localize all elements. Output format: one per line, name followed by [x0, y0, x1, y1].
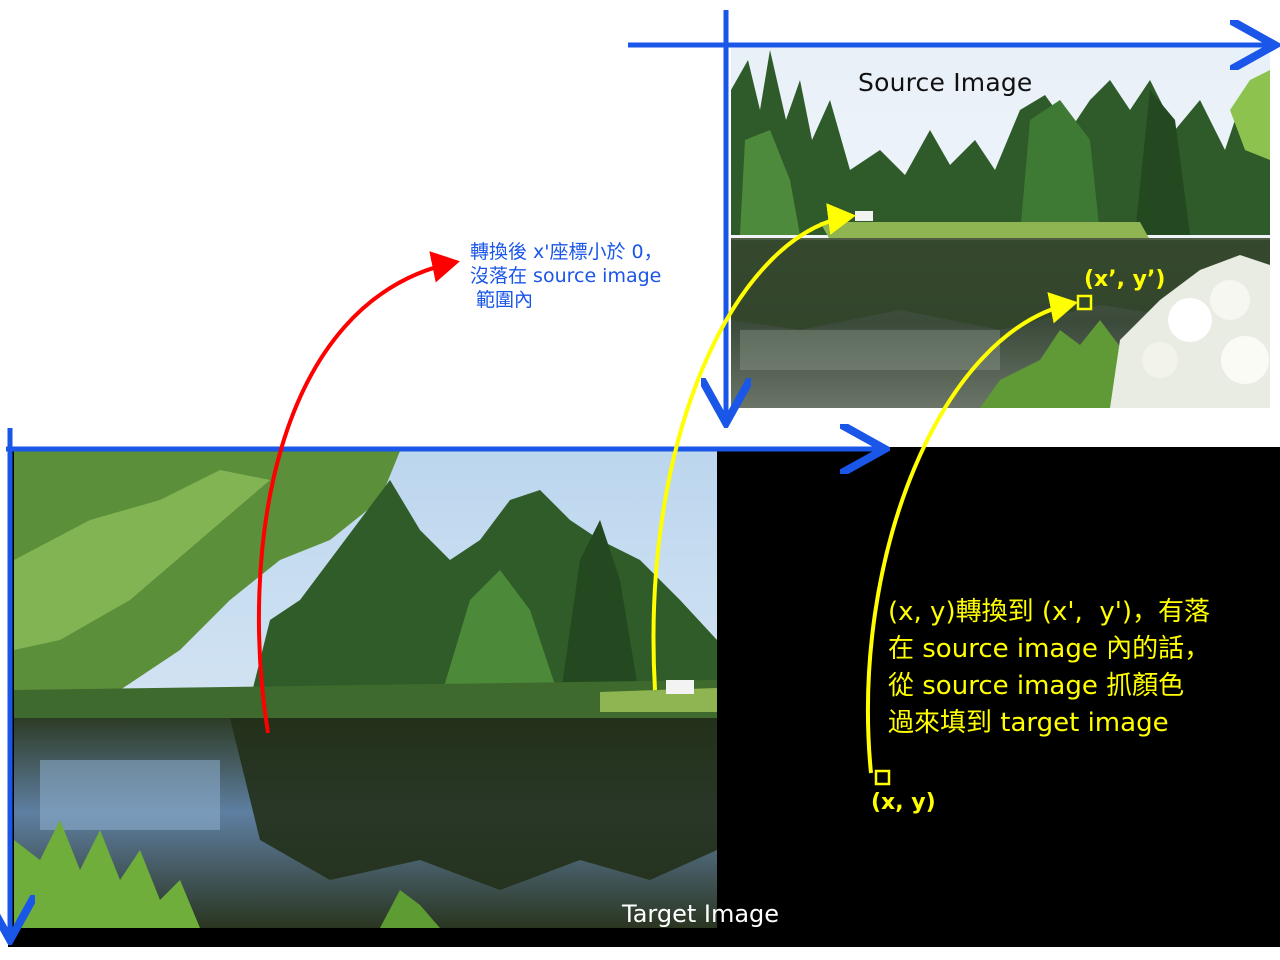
mapping-diagram	[0, 10, 1280, 947]
in-range-note: (x, y)轉換到 (x', y')，有落 在 source image 內的話…	[888, 594, 1268, 742]
out-of-range-note-line: 範圍內	[470, 289, 534, 311]
in-range-note-line: 從 source image 抓顏色	[888, 671, 1185, 701]
target-photo	[14, 451, 717, 928]
source-image-title: Source Image	[858, 68, 1033, 97]
source-point-label: (x’, y’)	[1084, 267, 1166, 292]
target-point-label: (x, y)	[871, 790, 936, 815]
target-image-title: Target Image	[622, 900, 780, 928]
in-range-note-line: (x, y)轉換到 (x', y')，有落	[888, 597, 1211, 627]
out-of-range-note-line: 轉換後 x'座標小於 0，	[470, 241, 663, 263]
out-of-range-note: 轉換後 x'座標小於 0， 沒落在 source image 範圍內	[470, 240, 710, 312]
out-of-range-note-line: 沒落在 source image	[470, 265, 662, 287]
in-range-note-line: 過來填到 target image	[888, 708, 1169, 738]
in-range-note-line: 在 source image 內的話，	[888, 634, 1211, 664]
